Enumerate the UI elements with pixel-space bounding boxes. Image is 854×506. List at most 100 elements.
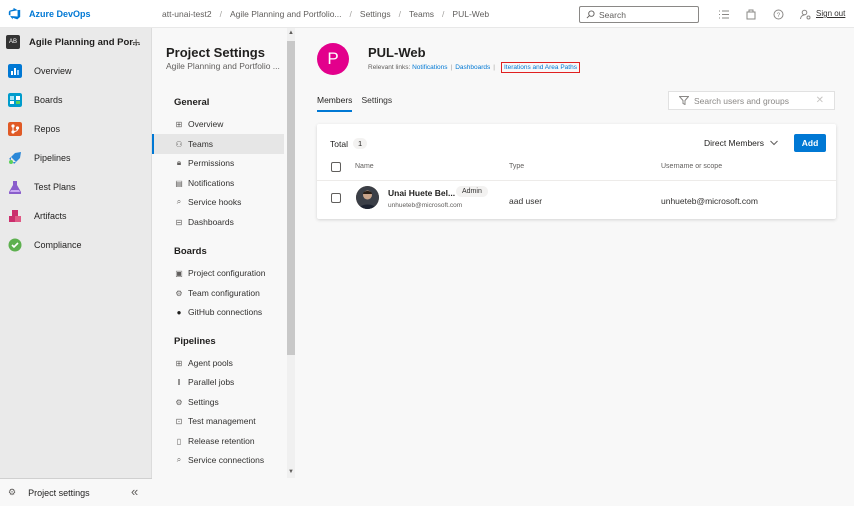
clear-search-icon[interactable]: ✕ <box>816 95 824 106</box>
column-header-type[interactable]: Type <box>509 163 524 170</box>
breadcrumb-org[interactable]: att-unai-test2 <box>162 9 212 19</box>
task-list-icon[interactable] <box>716 6 732 22</box>
settings-item-label: Project configuration <box>188 268 266 278</box>
settings-item-label: Service connections <box>188 455 265 465</box>
settings-item-project-configuration[interactable]: ▣ Project configuration <box>166 263 284 283</box>
avatar <box>356 186 379 209</box>
settings-group-pipelines: Pipelines <box>174 336 216 347</box>
service-connections-icon: ⌕ <box>176 455 182 464</box>
parallel-jobs-icon: ‖ <box>177 377 181 387</box>
global-search-input[interactable]: Search <box>579 6 699 23</box>
direct-members-label: Direct Members <box>704 138 764 148</box>
relevant-links-label: Relevant links: <box>368 64 411 71</box>
nav-item-boards[interactable]: Boards <box>0 85 151 114</box>
nav-item-label: Boards <box>34 94 63 105</box>
column-header-scope[interactable]: Username or scope <box>661 163 722 170</box>
new-item-plus-icon[interactable]: + <box>132 34 140 50</box>
settings-item-label: Teams <box>188 139 214 149</box>
row-checkbox[interactable] <box>331 193 341 203</box>
search-placeholder: Search <box>599 9 626 20</box>
add-button[interactable]: Add <box>794 134 826 152</box>
tab-settings[interactable]: Settings <box>361 95 392 112</box>
project-avatar: AB <box>6 35 20 49</box>
breadcrumb-separator: / <box>219 8 222 19</box>
settings-item-label: Overview <box>188 119 224 129</box>
settings-item-service-hooks[interactable]: ⌕ Service hooks <box>166 192 284 212</box>
team-name: PUL-Web <box>368 45 426 60</box>
nav-item-artifacts[interactable]: Artifacts <box>0 201 151 230</box>
user-settings-icon[interactable] <box>797 6 813 22</box>
test-plans-icon <box>9 180 21 194</box>
nav-item-repos[interactable]: Repos <box>0 114 151 143</box>
gear-icon: ⚙ <box>8 487 17 497</box>
settings-item-label: Settings <box>188 397 219 407</box>
scroll-down-arrow-icon[interactable]: ▼ <box>288 469 294 475</box>
breadcrumb-project[interactable]: Agile Planning and Portfolio... <box>230 9 342 19</box>
search-users-input[interactable]: Search users and groups ✕ <box>668 91 835 110</box>
dashboards-link[interactable]: Dashboards <box>455 64 490 71</box>
settings-item-teams[interactable]: ⚇ Teams <box>152 134 284 154</box>
settings-group-boards: Boards <box>174 246 207 257</box>
nav-item-pipelines[interactable]: Pipelines <box>0 143 151 172</box>
iterations-and-area-paths-link[interactable]: Iterations and Area Paths <box>500 62 580 73</box>
left-nav: AB Agile Planning and Por... + Overview … <box>0 28 152 499</box>
breadcrumb-teams[interactable]: Teams <box>409 9 434 19</box>
help-icon[interactable]: ? <box>770 6 786 22</box>
settings-item-team-configuration[interactable]: ⚙ Team configuration <box>166 283 284 303</box>
member-scope: unhueteb@microsoft.com <box>661 196 758 206</box>
settings-item-label: Parallel jobs <box>188 377 235 387</box>
settings-item-github-connections[interactable]: ● GitHub connections <box>166 302 284 322</box>
settings-item-label: Test management <box>188 416 256 426</box>
direct-members-dropdown[interactable]: Direct Members <box>698 134 784 152</box>
release-retention-icon: ▯ <box>176 436 182 446</box>
column-header-name[interactable]: Name <box>355 163 374 170</box>
nav-item-overview[interactable]: Overview <box>0 56 151 85</box>
settings-scrollbar-thumb[interactable] <box>287 41 295 355</box>
nav-item-label: Repos <box>34 123 61 134</box>
compliance-icon <box>8 238 22 251</box>
breadcrumb-settings[interactable]: Settings <box>360 9 391 19</box>
settings-item-release-retention[interactable]: ▯ Release retention <box>166 431 284 451</box>
notifications-icon: ▤ <box>175 178 183 188</box>
divider <box>317 180 836 181</box>
breadcrumb-separator: / <box>349 8 352 19</box>
team-configuration-icon: ⚙ <box>175 288 183 298</box>
project-settings-button[interactable]: ⚙ Project settings « <box>0 478 152 506</box>
dashboards-icon: ⊟ <box>175 217 183 227</box>
settings-item-pipeline-settings[interactable]: ⚙ Settings <box>166 392 284 412</box>
settings-item-agent-pools[interactable]: ⊞ Agent pools <box>166 353 284 373</box>
nav-item-label: Pipelines <box>34 152 71 163</box>
project-configuration-icon: ▣ <box>175 268 183 278</box>
project-settings-label: Project settings <box>28 487 90 498</box>
notifications-link[interactable]: Notifications <box>412 64 447 71</box>
breadcrumb-team[interactable]: PUL-Web <box>452 9 489 19</box>
scroll-up-arrow-icon[interactable]: ▲ <box>288 30 294 36</box>
settings-item-permissions[interactable]: 🔒︎ Permissions <box>166 153 284 173</box>
settings-item-service-connections[interactable]: ⌕ Service connections <box>166 450 284 470</box>
test-management-icon: ⊡ <box>175 416 183 426</box>
settings-item-parallel-jobs[interactable]: ‖ Parallel jobs <box>166 372 284 392</box>
overview-icon: ⊞ <box>175 119 183 129</box>
select-all-checkbox[interactable] <box>331 162 341 172</box>
member-name[interactable]: Unai Huete Bel... <box>388 188 455 198</box>
settings-item-overview[interactable]: ⊞ Overview <box>166 114 284 134</box>
nav-item-label: Artifacts <box>34 210 67 221</box>
project-switcher[interactable]: AB Agile Planning and Por... <box>0 28 151 56</box>
tab-members[interactable]: Members <box>317 95 353 112</box>
settings-item-dashboards[interactable]: ⊟ Dashboards <box>166 212 284 232</box>
brand[interactable]: Azure DevOps <box>0 0 150 28</box>
count-badge: 1 <box>352 138 368 149</box>
nav-item-compliance[interactable]: Compliance <box>0 230 151 259</box>
marketplace-icon[interactable] <box>743 6 759 22</box>
agent-pools-icon: ⊞ <box>175 358 183 368</box>
settings-panel: Project Settings Agile Planning and Port… <box>152 28 288 478</box>
nav-item-label: Overview <box>34 65 72 76</box>
project-name: Agile Planning and Por... <box>29 36 141 48</box>
sign-out-link[interactable]: Sign out <box>816 9 845 18</box>
settings-item-notifications[interactable]: ▤ Notifications <box>166 173 284 193</box>
overview-icon <box>8 63 22 78</box>
breadcrumb: att-unai-test2 / Agile Planning and Portf… <box>150 9 489 19</box>
nav-item-test-plans[interactable]: Test Plans <box>0 172 151 201</box>
collapse-chevron-icon[interactable]: « <box>131 484 138 499</box>
settings-item-test-management[interactable]: ⊡ Test management <box>166 411 284 431</box>
